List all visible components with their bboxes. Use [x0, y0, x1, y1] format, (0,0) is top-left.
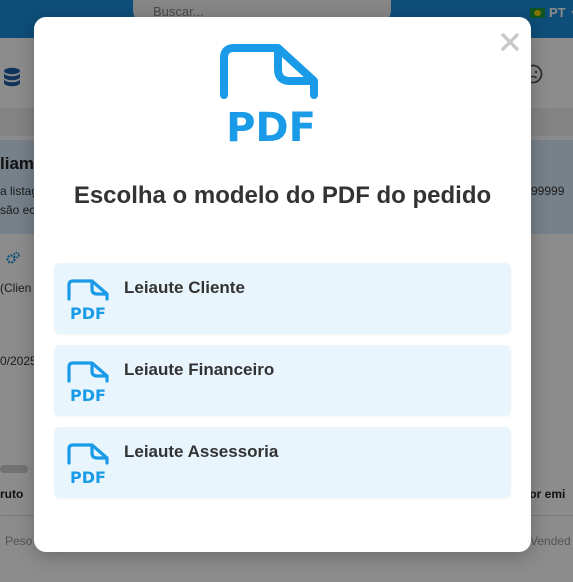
option-leiaute-assessoria[interactable]: PDF Leiaute Assessoria [54, 427, 511, 498]
option-label: Leiaute Assessoria [124, 442, 279, 461]
svg-text:PDF: PDF [226, 105, 316, 145]
svg-text:PDF: PDF [70, 468, 106, 485]
option-leiaute-cliente[interactable]: PDF Leiaute Cliente [54, 263, 511, 334]
svg-text:PDF: PDF [70, 386, 106, 403]
close-button[interactable] [499, 31, 521, 53]
option-label: Leiaute Cliente [124, 278, 245, 297]
template-options-list: PDF Leiaute Cliente PDF Leiaute Financei… [54, 263, 511, 509]
pdf-file-icon: PDF [67, 361, 109, 403]
option-leiaute-financeiro[interactable]: PDF Leiaute Financeiro [54, 345, 511, 416]
option-label: Leiaute Financeiro [124, 360, 275, 379]
pdf-file-icon: PDF [220, 44, 318, 145]
svg-text:PDF: PDF [70, 304, 106, 321]
close-icon [501, 33, 519, 51]
modal-title: Escolha o modelo do PDF do pedido [73, 182, 492, 209]
pdf-file-icon: PDF [67, 443, 109, 485]
pdf-file-icon: PDF [67, 279, 109, 321]
pdf-template-modal: PDF Escolha o modelo do PDF do pedido PD… [34, 17, 531, 552]
